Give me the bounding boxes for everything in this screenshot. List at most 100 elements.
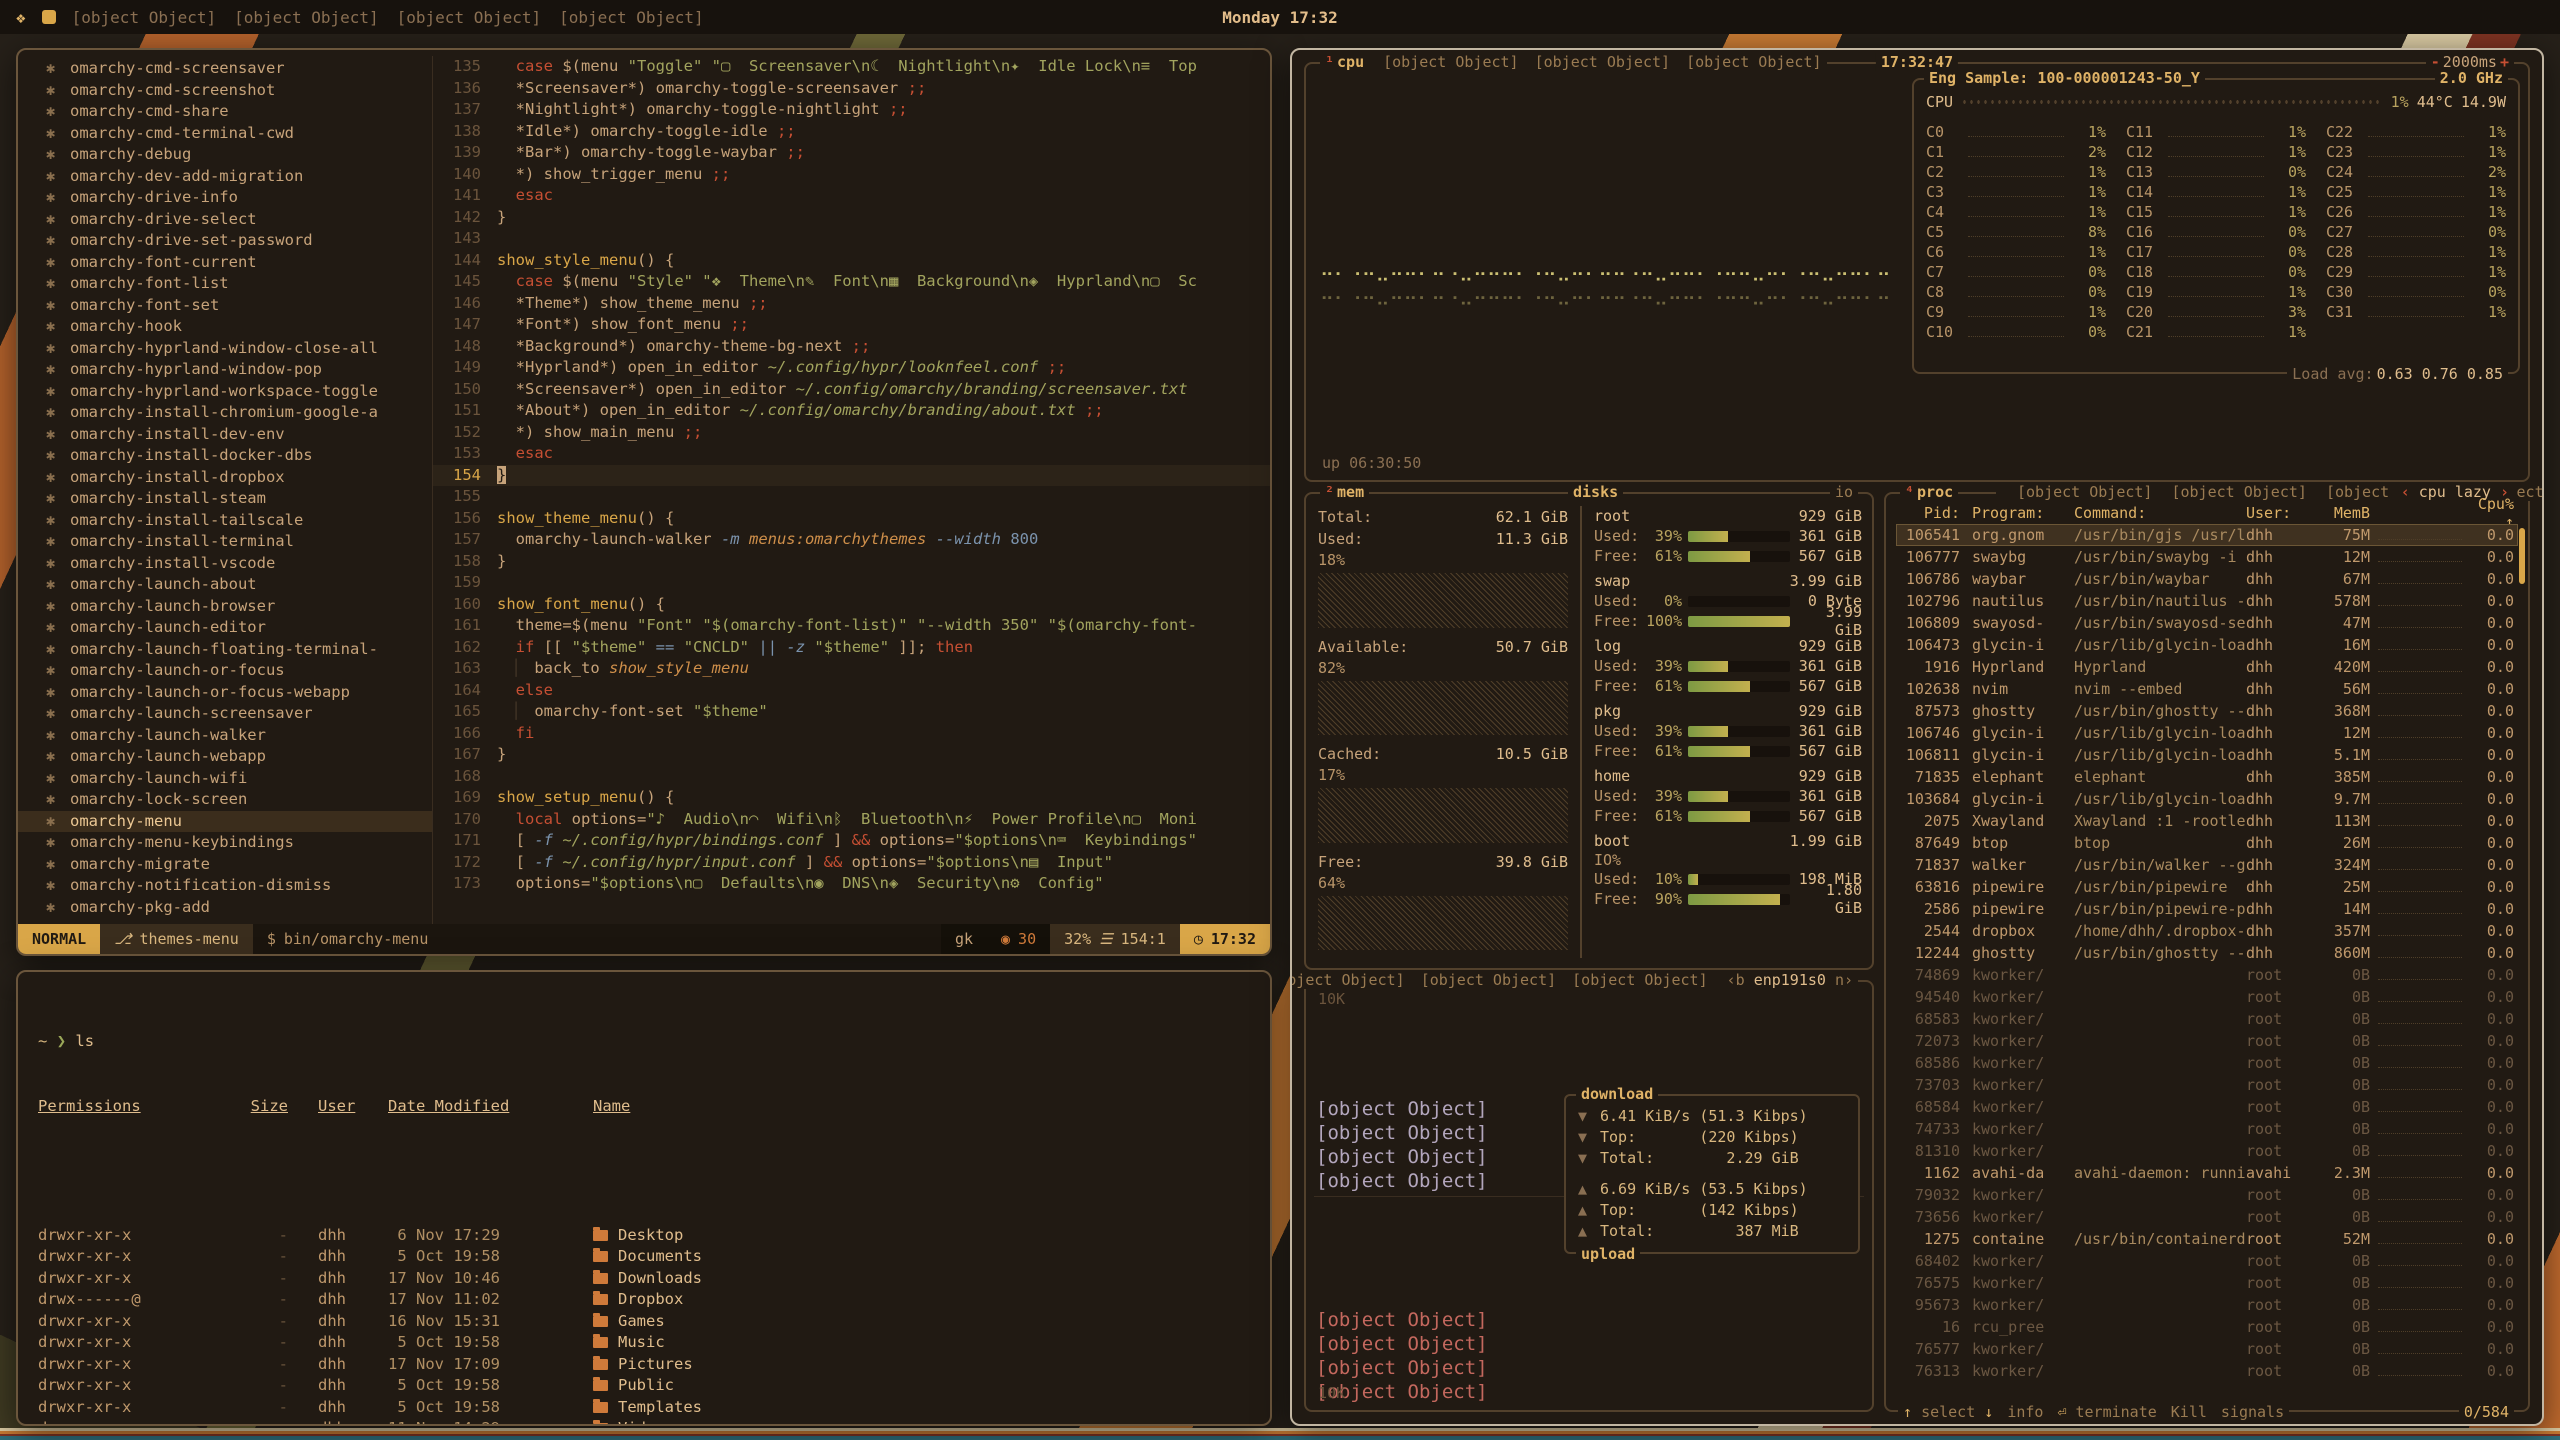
process-row[interactable]: 71835 elephant elephant dhh 385M 0.0 (1896, 766, 2518, 788)
workspace-button[interactable]: [object Object] (559, 8, 704, 27)
process-row[interactable]: 68402 kworker/ root 0B 0.0 (1896, 1250, 2518, 1272)
process-row[interactable]: 63816 pipewire /usr/bin/pipewire dhh 25M… (1896, 876, 2518, 898)
file-item[interactable]: ✱ omarchy-drive-info (18, 187, 432, 209)
process-row[interactable]: 68584 kworker/ root 0B 0.0 (1896, 1096, 2518, 1118)
file-item[interactable]: ✱ omarchy-drive-select (18, 209, 432, 231)
file-item[interactable]: ✱ omarchy-launch-walker (18, 725, 432, 747)
file-item[interactable]: ✱ omarchy-install-tailscale (18, 510, 432, 532)
process-row[interactable]: 73656 kworker/ root 0B 0.0 (1896, 1206, 2518, 1228)
disks-label[interactable]: disks (1568, 483, 1623, 501)
process-row[interactable]: 94540 kworker/ root 0B 0.0 (1896, 986, 2518, 1008)
workspace-button[interactable]: [object Object] (234, 8, 379, 27)
file-item[interactable]: ✱ omarchy-menu (18, 811, 432, 833)
process-header-row[interactable]: Pid: Program: Command: User: MemB Cpu% ↑ (1896, 502, 2518, 524)
cpu-box-title[interactable]: ¹cpu[object Object][object Object][objec… (1320, 53, 1827, 71)
file-item[interactable]: ✱ omarchy-cmd-terminal-cwd (18, 123, 432, 145)
file-item[interactable]: ✱ omarchy-migrate (18, 854, 432, 876)
process-row[interactable]: 74869 kworker/ root 0B 0.0 (1896, 964, 2518, 986)
process-row[interactable]: 103684 glycin-i /usr/lib/glycin-loaders … (1896, 788, 2518, 810)
process-row[interactable]: 2586 pipewire /usr/bin/pipewire-pulse dh… (1896, 898, 2518, 920)
process-row[interactable]: 73703 kworker/ root 0B 0.0 (1896, 1074, 2518, 1096)
file-item[interactable]: ✱ omarchy-launch-webapp (18, 746, 432, 768)
file-item[interactable]: ✱ omarchy-install-dev-env (18, 424, 432, 446)
terminal-body[interactable]: ~ ❯ ls Permissions Size User Date Modifi… (18, 972, 1270, 1426)
process-row[interactable]: 106786 waybar /usr/bin/waybar dhh 67M 0.… (1896, 568, 2518, 590)
file-item[interactable]: ✱ omarchy-cmd-screensaver (18, 58, 432, 80)
terminate-action[interactable]: ⏎ terminate (2057, 1403, 2156, 1421)
process-row[interactable]: 2075 Xwayland Xwayland :1 -rootless - dh… (1896, 810, 2518, 832)
file-item[interactable]: ✱ omarchy-drive-set-password (18, 230, 432, 252)
process-row[interactable]: 74733 kworker/ root 0B 0.0 (1896, 1118, 2518, 1140)
terminal-window[interactable]: ~ ❯ ls Permissions Size User Date Modifi… (16, 970, 1272, 1426)
process-row[interactable]: 106473 glycin-i /usr/lib/glycin-loaders … (1896, 634, 2518, 656)
process-row[interactable]: 87649 btop btop dhh 26M 0.0 (1896, 832, 2518, 854)
code-editor[interactable]: 135 case $(menu "Toggle" "▢ Screensaver\… (432, 56, 1270, 924)
mem-box-title[interactable]: ²mem (1320, 483, 1369, 501)
process-row[interactable]: 72073 kworker/ root 0B 0.0 (1896, 1030, 2518, 1052)
file-item[interactable]: ✱ omarchy-notification-dismiss (18, 875, 432, 897)
cpu-tab[interactable]: [object Object] (1686, 53, 1821, 71)
cpu-tab[interactable]: [object Object] (1383, 53, 1518, 71)
file-item[interactable]: ✱ omarchy-hook (18, 316, 432, 338)
file-item[interactable]: ✱ omarchy-font-set (18, 295, 432, 317)
io-tab[interactable]: io (1830, 483, 1858, 501)
file-item[interactable]: ✱ omarchy-launch-editor (18, 617, 432, 639)
cpu-tab[interactable]: [object Object] (1535, 53, 1670, 71)
process-row[interactable]: 68586 kworker/ root 0B 0.0 (1896, 1052, 2518, 1074)
process-row[interactable]: 102796 nautilus /usr/bin/nautilus --new … (1896, 590, 2518, 612)
process-row[interactable]: 106541 org.gnom /usr/bin/gjs /usr/lib/o … (1896, 524, 2518, 546)
launcher-icon[interactable]: ❖ (16, 8, 26, 27)
file-item[interactable]: ✱ omarchy-font-current (18, 252, 432, 274)
file-item[interactable]: ✱ omarchy-hyprland-workspace-toggle (18, 381, 432, 403)
workspace-button[interactable]: [object Object] (72, 8, 217, 27)
workspace-button[interactable]: [object Object] (397, 8, 542, 27)
process-row[interactable]: 102638 nvim nvim --embed dhh 56M 0.0 (1896, 678, 2518, 700)
process-row[interactable]: 87573 ghostty /usr/bin/ghostty --gtk- dh… (1896, 700, 2518, 722)
file-item[interactable]: ✱ omarchy-install-terminal (18, 531, 432, 553)
proc-scrollbar-thumb[interactable] (2519, 528, 2525, 584)
process-row[interactable]: 71837 walker /usr/bin/walker --gappl dhh… (1896, 854, 2518, 876)
file-item[interactable]: ✱ omarchy-install-docker-dbs (18, 445, 432, 467)
file-item[interactable]: ✱ omarchy-launch-about (18, 574, 432, 596)
file-item[interactable]: ✱ omarchy-install-dropbox (18, 467, 432, 489)
file-item[interactable]: ✱ omarchy-hyprland-window-close-all (18, 338, 432, 360)
file-item[interactable]: ✱ omarchy-font-list (18, 273, 432, 295)
file-item[interactable]: ✱ omarchy-debug (18, 144, 432, 166)
file-item[interactable]: ✱ omarchy-launch-or-focus-webapp (18, 682, 432, 704)
file-item[interactable]: ✱ omarchy-cmd-screenshot (18, 80, 432, 102)
file-item[interactable]: ✱ omarchy-menu-keybindings (18, 832, 432, 854)
file-item[interactable]: ✱ omarchy-install-vscode (18, 553, 432, 575)
process-row[interactable]: 12244 ghostty /usr/bin/ghostty --gtk- dh… (1896, 942, 2518, 964)
process-row[interactable]: 68583 kworker/ root 0B 0.0 (1896, 1008, 2518, 1030)
file-item[interactable]: ✱ omarchy-launch-screensaver (18, 703, 432, 725)
process-row[interactable]: 95673 kworker/ root 0B 0.0 (1896, 1294, 2518, 1316)
file-item[interactable]: ✱ omarchy-hyprland-window-pop (18, 359, 432, 381)
process-row[interactable]: 1916 Hyprland Hyprland dhh 420M 0.0 (1896, 656, 2518, 678)
file-item[interactable]: ✱ omarchy-launch-or-focus (18, 660, 432, 682)
process-row[interactable]: 106809 swayosd- /usr/bin/swayosd-server … (1896, 612, 2518, 634)
process-row[interactable]: 106811 glycin-i /usr/lib/glycin-loaders … (1896, 744, 2518, 766)
file-item[interactable]: ✱ omarchy-install-chromium-google-a (18, 402, 432, 424)
process-row[interactable]: 106746 glycin-i /usr/lib/glycin-loaders … (1896, 722, 2518, 744)
file-item[interactable]: ✱ omarchy-dev-add-migration (18, 166, 432, 188)
process-row[interactable]: 1275 containe /usr/bin/containerd root 5… (1896, 1228, 2518, 1250)
signals-action[interactable]: signals (2221, 1403, 2284, 1421)
process-row[interactable]: 16 rcu_pree root 0B 0.0 (1896, 1316, 2518, 1338)
process-row[interactable]: 2544 dropbox /home/dhh/.dropbox-dist dhh… (1896, 920, 2518, 942)
file-item[interactable]: ✱ omarchy-cmd-share (18, 101, 432, 123)
process-row[interactable]: 81310 kworker/ root 0B 0.0 (1896, 1140, 2518, 1162)
file-item[interactable]: ✱ omarchy-pkg-add (18, 897, 432, 919)
process-row[interactable]: 76575 kworker/ root 0B 0.0 (1896, 1272, 2518, 1294)
process-row[interactable]: 106777 swaybg /usr/bin/swaybg -i /hom dh… (1896, 546, 2518, 568)
file-item[interactable]: ✱ omarchy-launch-browser (18, 596, 432, 618)
file-item[interactable]: ✱ omarchy-lock-screen (18, 789, 432, 811)
workspace-active-indicator[interactable] (42, 10, 56, 24)
process-row[interactable]: 76577 kworker/ root 0B 0.0 (1896, 1338, 2518, 1360)
proc-scrollbar[interactable] (2519, 528, 2525, 1390)
process-row[interactable]: 79032 kworker/ root 0B 0.0 (1896, 1184, 2518, 1206)
code-area[interactable]: 135 case $(menu "Toggle" "▢ Screensaver\… (433, 56, 1270, 895)
process-row[interactable]: 1162 avahi-da avahi-daemon: running [ av… (1896, 1162, 2518, 1184)
kill-action[interactable]: Kill (2171, 1403, 2207, 1421)
file-item[interactable]: ✱ omarchy-install-steam (18, 488, 432, 510)
info-action[interactable]: info (2007, 1403, 2043, 1421)
